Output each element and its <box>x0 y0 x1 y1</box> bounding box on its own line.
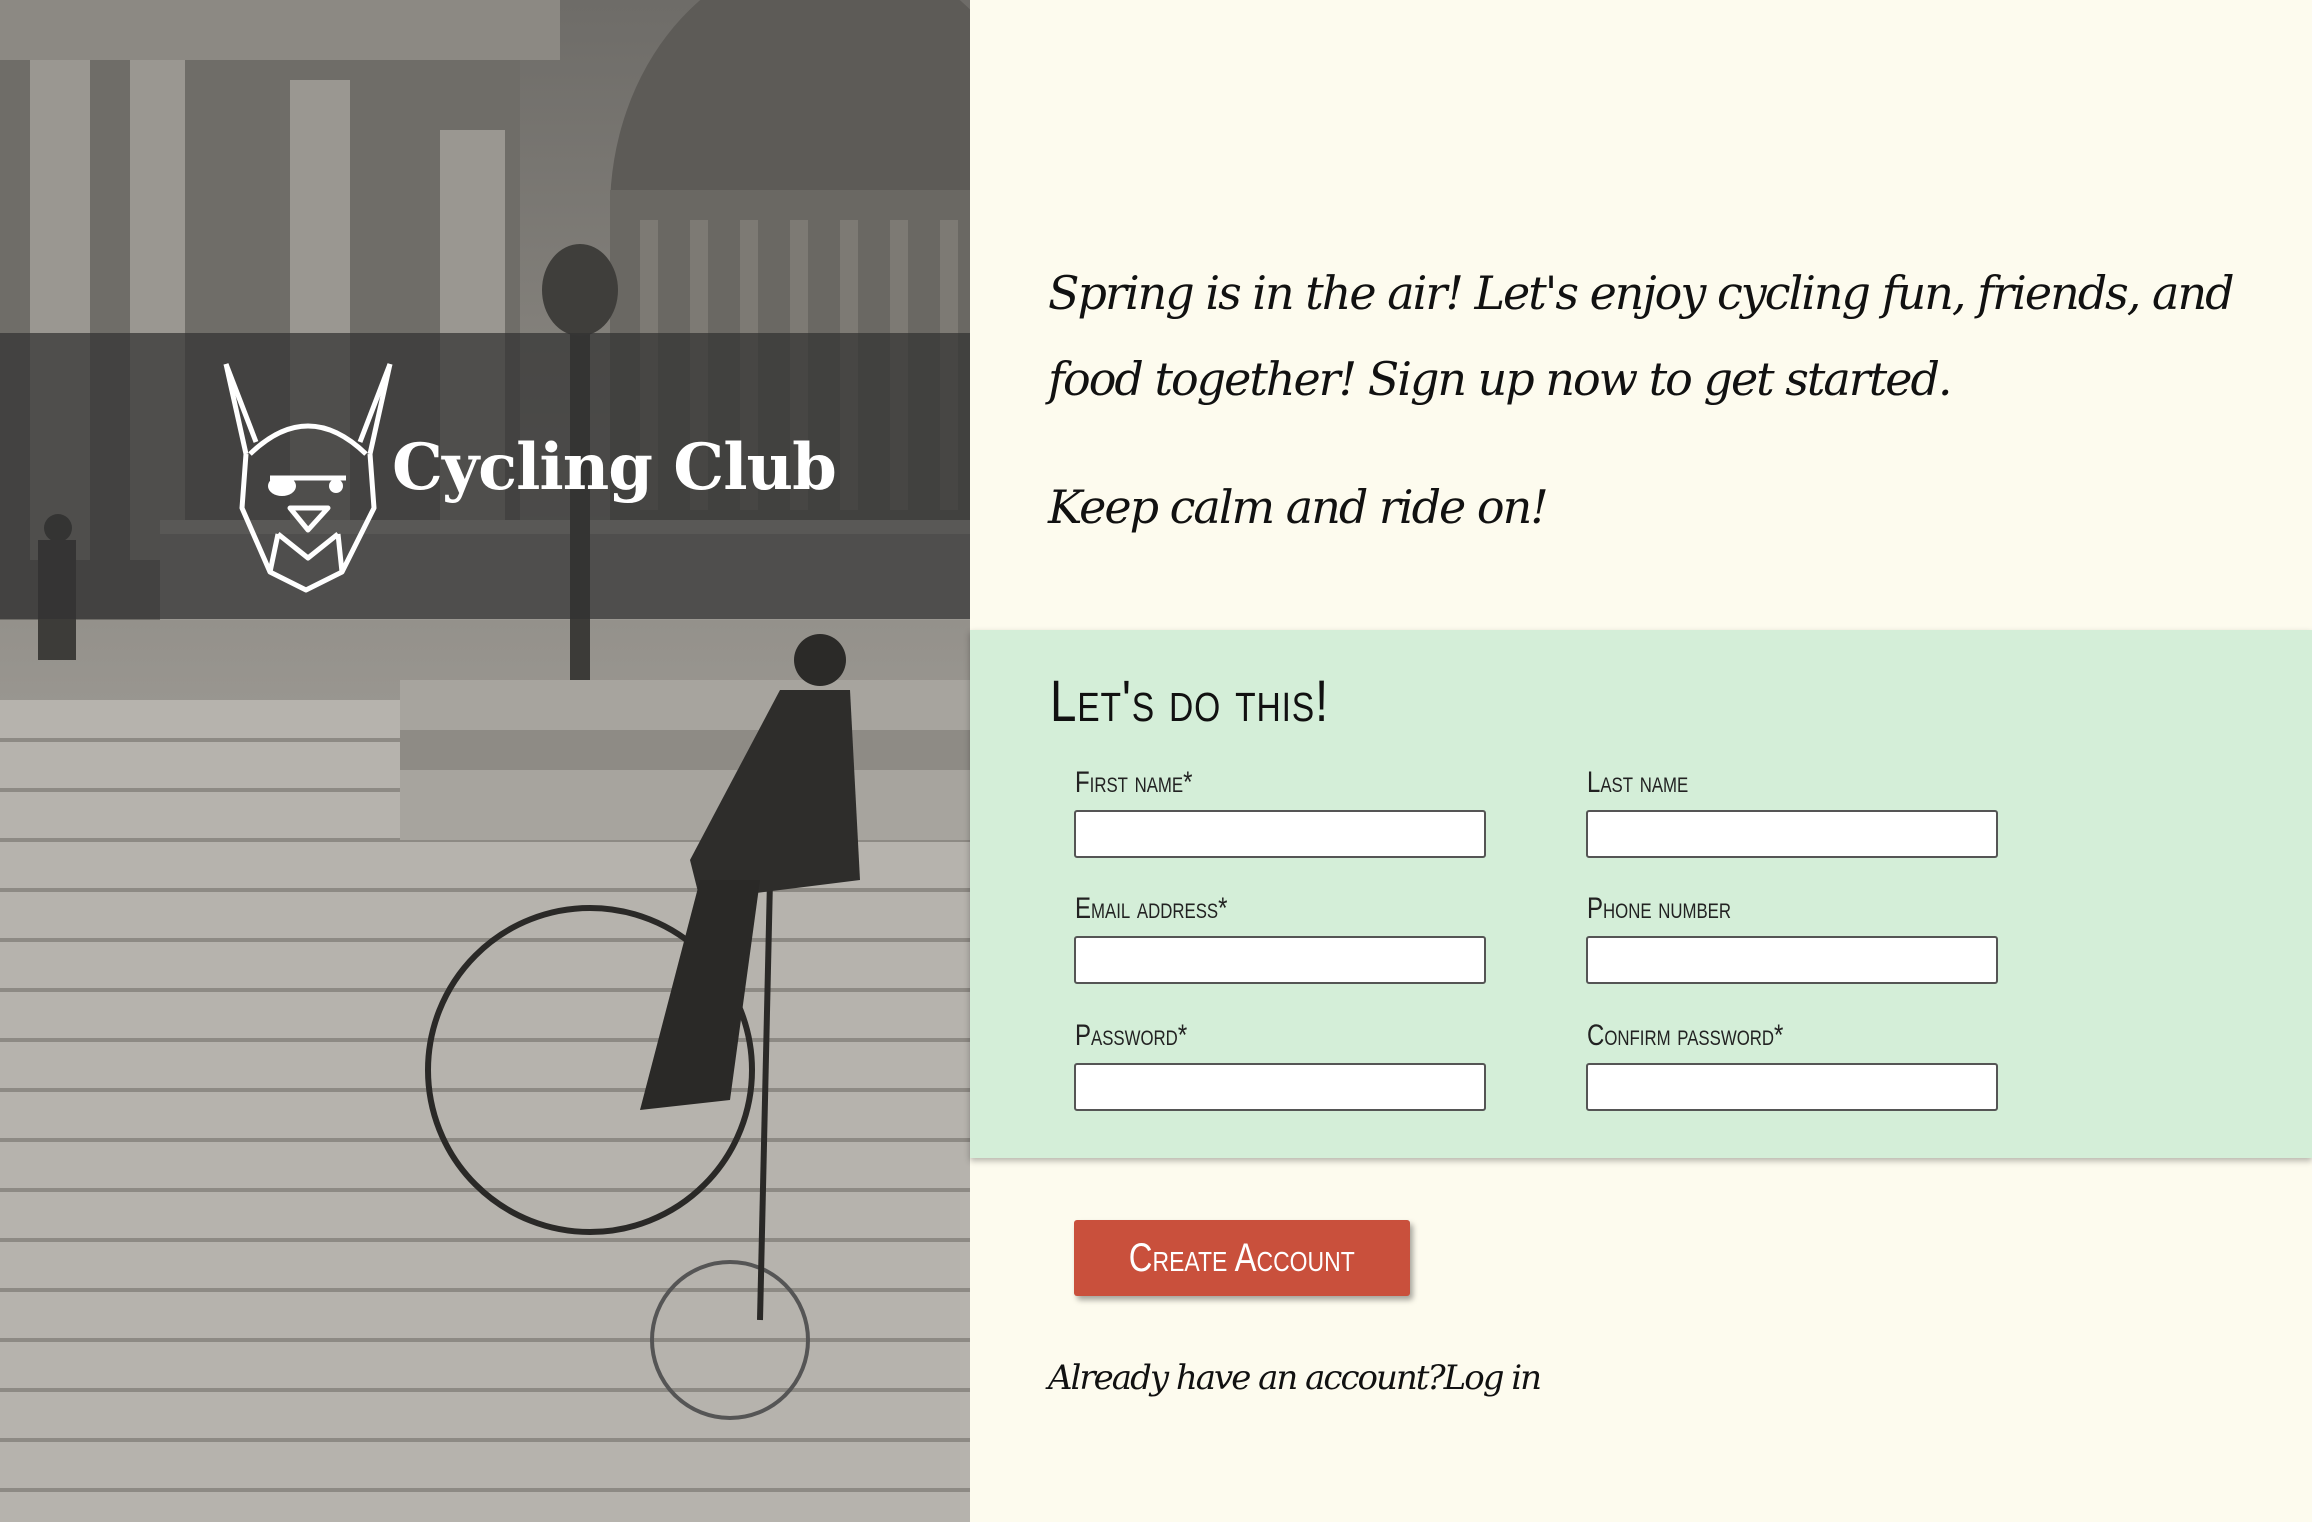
confirm-password-label: Confirm password* <box>1587 1019 1784 1052</box>
last-name-label: Last name <box>1587 766 1689 799</box>
password-label: Password* <box>1075 1019 1188 1052</box>
hero-photo <box>0 0 970 1522</box>
capitol-steps-penny-farthing-photo <box>0 0 970 1522</box>
form-title: Let's do this! <box>1050 669 1330 734</box>
intro-text: Spring is in the air! Let's enjoy cyclin… <box>1048 266 2235 406</box>
email-label: Email address* <box>1075 892 1228 925</box>
create-account-button[interactable]: Create Account <box>1074 1220 1410 1296</box>
phone-field[interactable] <box>1586 936 1998 984</box>
last-name-field[interactable] <box>1586 810 1998 858</box>
confirm-password-field[interactable] <box>1586 1063 1998 1111</box>
phone-label: Phone number <box>1587 892 1732 925</box>
bulldog-viking-helmet-icon <box>223 363 393 593</box>
first-name-field[interactable] <box>1074 810 1486 858</box>
brand-name: Cycling Club <box>392 430 837 505</box>
email-field[interactable] <box>1074 936 1486 984</box>
password-field[interactable] <box>1074 1063 1486 1111</box>
motto-text: Keep calm and ride on! <box>1048 480 1549 534</box>
login-link[interactable]: Log in <box>1444 1358 1542 1398</box>
login-prompt: Already have an account? <box>1048 1358 1446 1398</box>
first-name-label: First name* <box>1075 766 1193 799</box>
login-prompt-row: Already have an account?Log in <box>1048 1358 1542 1398</box>
create-account-label: Create Account <box>1129 1235 1355 1280</box>
